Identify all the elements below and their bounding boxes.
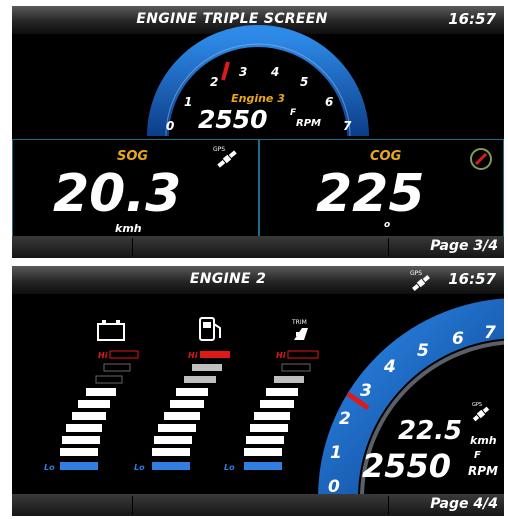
rpm-unit: RPM [296,118,321,129]
sog-label: SOG [117,149,149,164]
rpm-value: 2550 [362,447,452,485]
compass-icon [470,148,492,170]
scale-5: 5 [300,75,308,89]
scale-6: 6 [452,329,464,349]
engine-2-screen: ENGINE 2 GPS 16:57 TRIM Hi Lo Hi Lo Hi L… [12,266,504,516]
sog-value: 20.3 [53,164,182,224]
cog-label: COG [370,149,402,164]
gps-satellite-icon-small: GPS [472,402,490,422]
rpm-fuel-indicator: F [474,450,481,461]
bottom-bar-divider [132,238,389,256]
engine-label: Engine 3 [231,92,285,105]
scale-7: 7 [484,323,496,343]
sog-unit: kmh [115,222,142,235]
page-indicator[interactable]: Page 3/4 [430,238,498,254]
scale-2: 2 [210,75,218,89]
gauge-needle [221,61,230,81]
scale-1: 1 [184,95,192,109]
scale-2: 2 [339,409,351,429]
sog-panel: SOG GPS 20.3 kmh [12,139,259,237]
page-indicator[interactable]: Page 4/4 [430,496,498,512]
gps-satellite-icon: GPS [213,146,237,168]
svg-text:GPS: GPS [213,146,225,153]
speed-unit: kmh [470,434,497,447]
scale-7: 7 [343,119,352,133]
scale-0: 0 [166,119,174,133]
gps-label: GPS [472,402,482,408]
bottom-bar: Page 4/4 [12,494,504,516]
scale-4: 4 [270,65,279,79]
scale-4: 4 [383,357,396,377]
engine-triple-screen: ENGINE TRIPLE SCREEN 16:57 0 1 2 3 4 5 6… [12,6,504,258]
scale-6: 6 [325,95,333,109]
bottom-bar-divider [132,496,389,514]
scale-1: 1 [330,443,342,463]
scale-3: 3 [360,381,372,401]
rpm-value: 2550 [198,105,268,134]
cog-panel: COG 225 o [259,139,504,237]
bottom-bar: Page 3/4 [12,236,504,258]
speed-value: 22.5 [398,416,463,446]
rpm-unit: RPM [468,464,498,478]
cog-value: 225 [316,164,425,224]
cog-unit: o [384,220,391,230]
scale-3: 3 [239,65,247,79]
rpm-fuel-indicator: F [290,108,297,118]
scale-5: 5 [417,341,429,361]
